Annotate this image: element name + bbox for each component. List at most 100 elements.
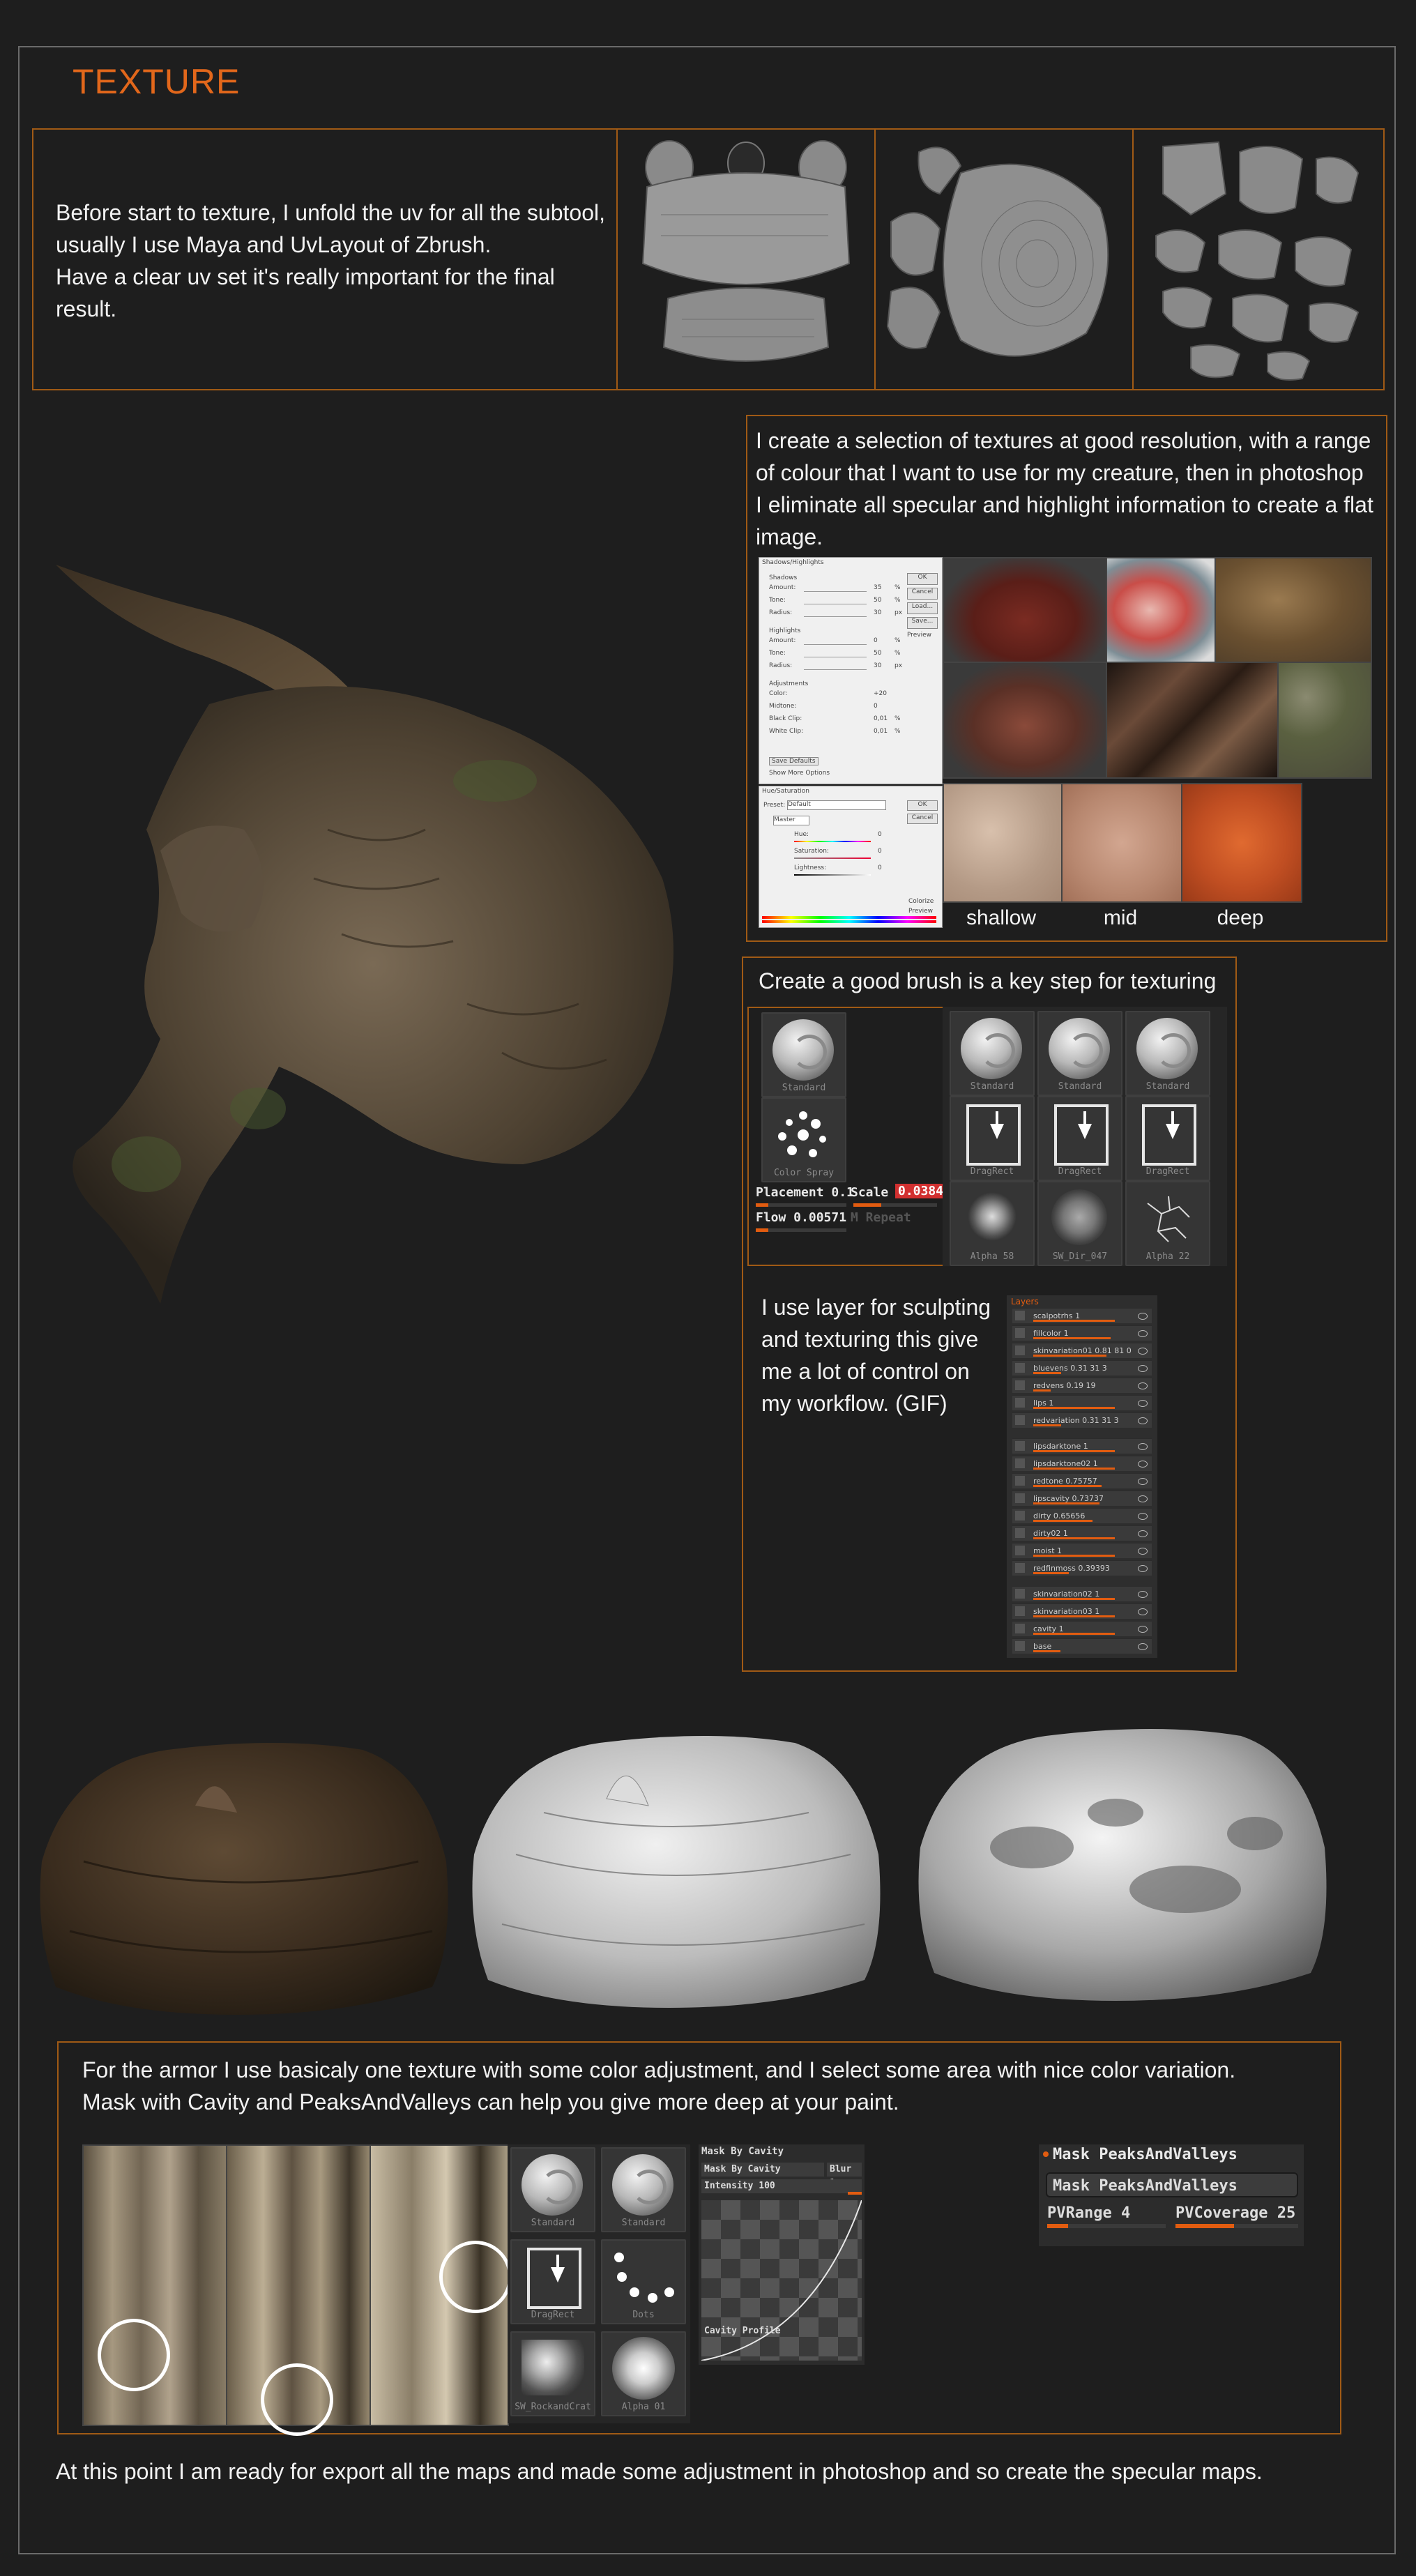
brush-standard-3[interactable]: Standard [1125, 1011, 1210, 1096]
layer-row[interactable]: fillcolor 1 [1012, 1325, 1152, 1341]
brush-standard-1[interactable]: Standard [950, 1011, 1035, 1096]
eye-icon[interactable] [1138, 1417, 1148, 1424]
layer-intensity-bar[interactable] [1033, 1633, 1115, 1635]
layer-row[interactable]: dirty 0.65656 [1012, 1508, 1152, 1523]
eye-icon[interactable] [1138, 1643, 1148, 1650]
eye-icon[interactable] [1138, 1513, 1148, 1520]
ok-button[interactable]: OK [907, 800, 938, 811]
load-button[interactable]: Load... [907, 602, 938, 614]
armor-stroke-dots[interactable]: Dots [601, 2239, 686, 2324]
layer-row[interactable]: lipsdarktone 1 [1012, 1438, 1152, 1454]
layer-row[interactable]: moist 1 [1012, 1543, 1152, 1558]
row-value[interactable]: 30 [874, 662, 881, 669]
cancel-button[interactable]: Cancel [907, 814, 938, 824]
pv-coverage-slider[interactable]: PVCoverage 25 [1175, 2204, 1298, 2222]
row-value[interactable]: 0,01 [874, 715, 888, 722]
eye-icon[interactable] [1138, 1591, 1148, 1598]
layer-row[interactable]: redfinmoss 0.39393 [1012, 1560, 1152, 1576]
cavity-profile-curve[interactable]: Cavity Profile [701, 2200, 862, 2361]
eye-icon[interactable] [1138, 1330, 1148, 1337]
slider-row[interactable]: Color: +20 [769, 690, 901, 703]
layer-intensity-bar[interactable] [1033, 1520, 1093, 1522]
cancel-button[interactable]: Cancel [907, 588, 938, 600]
slider-row[interactable]: Tone: 50 % [769, 597, 901, 609]
slider-row[interactable]: Amount: 35 % [769, 584, 901, 597]
layer-intensity-bar[interactable] [1033, 1572, 1069, 1574]
layer-intensity-bar[interactable] [1033, 1355, 1106, 1357]
placement-slider[interactable]: Placement 0.1 [756, 1185, 854, 1200]
row-value[interactable]: 50 [874, 597, 881, 604]
alpha-22[interactable]: Alpha 22 [1125, 1181, 1210, 1266]
eye-icon[interactable] [1138, 1548, 1148, 1555]
ok-button[interactable]: OK [907, 573, 938, 585]
brush-standard-2[interactable]: Standard [1037, 1011, 1122, 1096]
layer-intensity-bar[interactable] [1033, 1555, 1115, 1557]
row-value[interactable]: 0 [878, 831, 882, 838]
armor-brush-standard-1[interactable]: Standard [510, 2147, 595, 2232]
layer-intensity-bar[interactable] [1033, 1650, 1060, 1652]
row-value[interactable]: 35 [874, 584, 881, 591]
save-defaults-button[interactable]: Save Defaults [769, 757, 819, 765]
brush-standard[interactable]: Standard [761, 1012, 846, 1097]
pv-range-slider[interactable]: PVRange 4 [1047, 2204, 1130, 2222]
armor-alpha-rock[interactable]: SW_RockandCrat [510, 2331, 595, 2416]
slider-row[interactable]: Amount: 0 % [769, 637, 901, 650]
layer-row[interactable]: skinvariation02 1 [1012, 1586, 1152, 1601]
eye-icon[interactable] [1138, 1382, 1148, 1389]
preview-checkbox[interactable]: Preview [907, 632, 938, 639]
layer-intensity-bar[interactable] [1033, 1389, 1051, 1392]
mask-peaks-valleys-button[interactable]: Mask PeaksAndValleys [1046, 2172, 1298, 2197]
layer-row[interactable]: redvariation 0.31 31 3 [1012, 1412, 1152, 1428]
repeat-slider[interactable]: M Repeat [851, 1210, 911, 1225]
scale-track[interactable] [853, 1203, 937, 1207]
layer-intensity-bar[interactable] [1033, 1450, 1115, 1452]
stroke-dragrect-1[interactable]: DragRect [950, 1096, 1035, 1181]
slider-row[interactable]: Hue: 0 [794, 831, 892, 848]
placement-track[interactable] [756, 1203, 846, 1207]
alpha-58[interactable]: Alpha 58 [950, 1181, 1035, 1266]
layer-intensity-bar[interactable] [1033, 1424, 1061, 1426]
brush-color-spray[interactable]: Color Spray [761, 1097, 846, 1182]
row-value[interactable]: +20 [874, 690, 887, 697]
layer-intensity-bar[interactable] [1033, 1372, 1061, 1374]
layer-row[interactable]: dirty02 1 [1012, 1525, 1152, 1541]
blur-slider[interactable]: Blur 1 [827, 2163, 862, 2188]
row-value[interactable]: 0 [878, 864, 882, 871]
armor-brush-standard-2[interactable]: Standard [601, 2147, 686, 2232]
row-value[interactable]: 30 [874, 609, 881, 616]
row-value[interactable]: 0 [874, 637, 878, 644]
scale-value[interactable]: 0.0384 [895, 1184, 947, 1198]
layer-row[interactable]: skinvariation03 1 [1012, 1603, 1152, 1619]
layer-intensity-bar[interactable] [1033, 1407, 1115, 1409]
layer-row[interactable]: redtone 0.75757 [1012, 1473, 1152, 1488]
layer-row[interactable]: cavity 1 [1012, 1621, 1152, 1636]
layer-intensity-bar[interactable] [1033, 1320, 1115, 1322]
eye-icon[interactable] [1138, 1461, 1148, 1468]
stroke-dragrect-3[interactable]: DragRect [1125, 1096, 1210, 1181]
armor-alpha-01[interactable]: Alpha 01 [601, 2331, 686, 2416]
colorize-checkbox[interactable]: Colorize [908, 898, 934, 905]
row-value[interactable]: 50 [874, 650, 881, 657]
layer-intensity-bar[interactable] [1033, 1485, 1102, 1487]
pv-coverage-track[interactable] [1175, 2224, 1298, 2228]
eye-icon[interactable] [1138, 1400, 1148, 1407]
intensity-slider[interactable]: Intensity 100 [701, 2179, 862, 2193]
layer-row[interactable]: bluevens 0.31 31 3 [1012, 1360, 1152, 1375]
layer-intensity-bar[interactable] [1033, 1502, 1099, 1504]
eye-icon[interactable] [1138, 1565, 1148, 1572]
slider-row[interactable]: White Clip: 0,01 % [769, 728, 901, 740]
save-button[interactable]: Save... [907, 617, 938, 629]
layer-intensity-bar[interactable] [1033, 1537, 1115, 1539]
slider-row[interactable]: Black Clip: 0,01 % [769, 715, 901, 728]
layer-intensity-bar[interactable] [1033, 1598, 1115, 1600]
show-more-checkbox[interactable]: Show More Options [769, 770, 830, 777]
eye-icon[interactable] [1138, 1443, 1148, 1450]
layer-row[interactable]: lipsdarktone02 1 [1012, 1456, 1152, 1471]
slider-row[interactable]: Radius: 30 px [769, 609, 902, 622]
layer-row[interactable]: lipscavity 0.73737 [1012, 1491, 1152, 1506]
eye-icon[interactable] [1138, 1313, 1148, 1320]
slider-row[interactable]: Midtone: 0 [769, 703, 901, 715]
eye-icon[interactable] [1138, 1365, 1148, 1372]
stroke-dragrect-2[interactable]: DragRect [1037, 1096, 1122, 1181]
eye-icon[interactable] [1138, 1608, 1148, 1615]
